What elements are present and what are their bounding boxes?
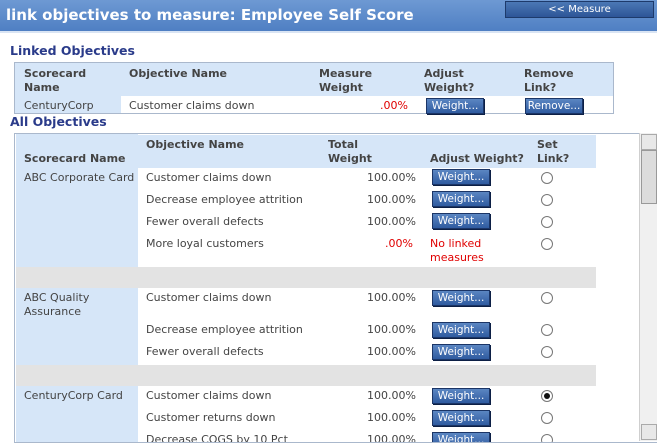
title-bar: link objectives to measure: Employee Sel… xyxy=(0,0,657,33)
linked-col-objective: Objective Name xyxy=(129,67,228,80)
page-title: link objectives to measure: Employee Sel… xyxy=(6,6,414,24)
total-weight: 100.00% xyxy=(367,411,416,424)
objective-name: Customer claims down xyxy=(146,171,272,184)
all-col-set-link: Set Link? xyxy=(537,138,570,165)
scroll-thumb[interactable] xyxy=(641,150,657,204)
total-weight: 100.00% xyxy=(367,193,416,206)
set-link-radio[interactable] xyxy=(541,346,553,358)
set-link-radio[interactable] xyxy=(541,324,553,336)
linked-row-scorecard: CenturyCorp xyxy=(24,99,94,112)
linked-objectives-heading: Linked Objectives xyxy=(10,43,135,58)
objective-name: Decrease employee attrition xyxy=(146,193,303,206)
group-separator xyxy=(16,365,596,386)
set-link-radio[interactable] xyxy=(541,292,553,304)
weight-button[interactable]: Weight... xyxy=(432,388,490,404)
weight-button[interactable]: Weight... xyxy=(432,213,490,229)
linked-weight-button[interactable]: Weight... xyxy=(426,98,484,114)
weight-button[interactable]: Weight... xyxy=(432,322,490,338)
weight-button[interactable]: Weight... xyxy=(432,344,490,360)
objective-name: Fewer overall defects xyxy=(146,345,264,358)
linked-col-weight: Measure Weight xyxy=(319,67,373,94)
scroll-up-button[interactable] xyxy=(641,134,657,150)
total-weight: 100.00% xyxy=(367,389,416,402)
linked-row-weight: .00% xyxy=(380,99,408,112)
objective-name: More loyal customers xyxy=(146,237,264,250)
total-weight: 100.00% xyxy=(367,291,416,304)
total-weight: 100.00% xyxy=(367,171,416,184)
group-scorecard-name: ABC Corporate Card xyxy=(24,171,135,184)
all-col-scorecard: Scorecard Name xyxy=(24,152,126,165)
set-link-radio[interactable] xyxy=(541,434,553,442)
linked-col-scorecard: Scorecard Name xyxy=(24,67,87,94)
objective-name: Customer returns down xyxy=(146,411,276,424)
set-link-radio-selected[interactable] xyxy=(541,390,553,402)
vertical-scrollbar[interactable] xyxy=(639,133,657,441)
all-objectives-table: Scorecard Name Objective Name Total Weig… xyxy=(14,133,657,443)
objective-name: Decrease employee attrition xyxy=(146,323,303,336)
set-link-radio[interactable] xyxy=(541,194,553,206)
no-linked-measures-note: No linked measures xyxy=(430,237,484,264)
all-col-total-weight: Total Weight xyxy=(328,138,372,165)
total-weight: 100.00% xyxy=(367,345,416,358)
total-weight: .00% xyxy=(385,237,413,250)
all-col-objective: Objective Name xyxy=(146,138,245,151)
objective-name: Customer claims down xyxy=(146,291,272,304)
group-scorecard-name: CenturyCorp Card xyxy=(24,389,123,402)
total-weight: 100.00% xyxy=(367,323,416,336)
weight-button[interactable]: Weight... xyxy=(432,169,490,185)
set-link-radio[interactable] xyxy=(541,412,553,424)
weight-button[interactable]: Weight... xyxy=(432,191,490,207)
total-weight: 100.00% xyxy=(367,215,416,228)
weight-button[interactable]: Weight... xyxy=(432,432,490,442)
linked-objectives-table: Scorecard Name Objective Name Measure We… xyxy=(14,62,614,114)
weight-button[interactable]: Weight... xyxy=(432,290,490,306)
linked-col-remove: Remove Link? xyxy=(524,67,574,94)
set-link-radio[interactable] xyxy=(541,238,553,250)
weight-button[interactable]: Weight... xyxy=(432,410,490,426)
total-weight: 100.00% xyxy=(367,433,416,443)
linked-row-objective: Customer claims down xyxy=(129,99,255,112)
group-separator xyxy=(16,267,596,288)
remove-link-button[interactable]: Remove... xyxy=(525,98,583,114)
group-scorecard-name: ABC Quality Assurance xyxy=(24,291,90,318)
objective-name: Fewer overall defects xyxy=(146,215,264,228)
back-to-measure-button[interactable]: << Measure xyxy=(505,1,654,18)
set-link-radio[interactable] xyxy=(541,172,553,184)
linked-col-adjust: Adjust Weight? xyxy=(424,67,475,94)
scroll-down-button[interactable] xyxy=(641,424,657,440)
objective-name: Decrease COGS by 10 Pct xyxy=(146,433,288,443)
objective-name: Customer claims down xyxy=(146,389,272,402)
all-objectives-heading: All Objectives xyxy=(10,114,107,129)
all-col-adjust: Adjust Weight? xyxy=(430,152,524,165)
set-link-radio[interactable] xyxy=(541,216,553,228)
